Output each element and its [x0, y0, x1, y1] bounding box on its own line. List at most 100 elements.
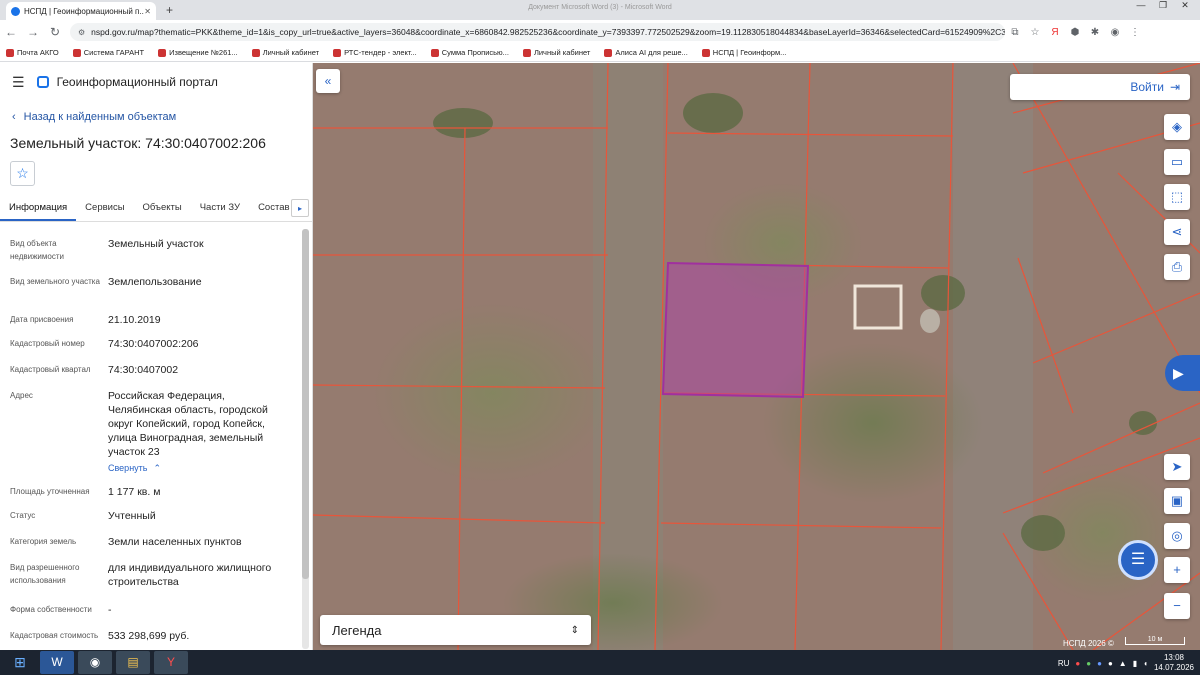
- attribute-label: Кадастровый номер: [10, 339, 85, 348]
- assistant-tab-icon[interactable]: ▶: [1165, 355, 1200, 391]
- attribute-value: 1 177 кв. м: [108, 486, 161, 498]
- object-title: Земельный участок: 74:30:0407002:206: [10, 135, 266, 151]
- attribute-value: Российская Федерация, Челябинская област…: [108, 390, 268, 458]
- chrome-icon[interactable]: ◉: [78, 651, 112, 674]
- back-link[interactable]: ‹ Назад к найденным объектам: [12, 111, 176, 123]
- panel-scrollbar-thumb[interactable]: [302, 229, 309, 579]
- collapse-panel-icon[interactable]: «: [316, 69, 340, 93]
- basemap-icon[interactable]: ▣: [1164, 488, 1190, 514]
- stone: [920, 309, 940, 333]
- attribute-value: 21.10.2019: [108, 314, 161, 326]
- tab-information[interactable]: Информация: [0, 196, 77, 221]
- attribute-value: Землепользование: [108, 276, 202, 288]
- bookmark-item[interactable]: НСПД | Геоинформ...: [701, 48, 786, 57]
- tabs-scroll-right-icon[interactable]: ▸: [291, 199, 309, 217]
- tab-services[interactable]: Сервисы: [76, 196, 133, 221]
- explorer-icon[interactable]: ▤: [116, 651, 150, 674]
- panel-header: ☰ Геоинформационный портал: [0, 63, 312, 101]
- ruler-icon[interactable]: ▭: [1164, 149, 1190, 175]
- zoom-in-icon[interactable]: +: [1164, 557, 1190, 583]
- extension-icon[interactable]: ⬢: [1065, 27, 1085, 38]
- close-window-icon[interactable]: ✕: [1176, 0, 1194, 14]
- login-arrow-icon: ⇥: [1169, 80, 1180, 94]
- word-icon[interactable]: W: [40, 651, 74, 674]
- select-area-icon[interactable]: ⬚: [1164, 184, 1190, 210]
- login-button[interactable]: Войти ⇥: [1010, 74, 1190, 100]
- navigate-icon[interactable]: ➤: [1164, 454, 1190, 480]
- new-tab-button[interactable]: +: [162, 3, 177, 18]
- browser-toolbar: ← → ↻ ⚙ nspd.gov.ru/map?thematic=PKK&the…: [0, 20, 1200, 44]
- reload-icon[interactable]: ↻: [44, 25, 66, 39]
- layers-icon[interactable]: ◈: [1164, 114, 1190, 140]
- system-tray: RU ● ● ● ● ▲ ▮ ◖ 13:08 14.07.2026: [1058, 653, 1194, 673]
- windows-taskbar: ⊞ W ◉ ▤ Y RU ● ● ● ● ▲ ▮ ◖ 13:08 14.07.2…: [0, 650, 1200, 675]
- attribute-label: Кадастровый квартал: [10, 365, 91, 374]
- clock[interactable]: 13:08 14.07.2026: [1154, 653, 1194, 673]
- tray-app-icon[interactable]: ●: [1108, 659, 1113, 668]
- attribute-label: Статус: [10, 511, 36, 520]
- back-arrow-icon[interactable]: ←: [0, 25, 22, 39]
- locate-icon[interactable]: ◎: [1164, 523, 1190, 549]
- tray-app-icon[interactable]: ●: [1097, 659, 1102, 668]
- yandex-browser-icon[interactable]: Y: [154, 651, 188, 674]
- restore-icon[interactable]: ❐: [1154, 0, 1172, 14]
- clock-time: 13:08: [1163, 653, 1184, 662]
- copy-link-icon[interactable]: ⧉: [1005, 27, 1025, 38]
- address-bar[interactable]: ⚙ nspd.gov.ru/map?thematic=PKK&theme_id=…: [70, 23, 1005, 41]
- attribute-value: Земельный участок: [108, 238, 204, 250]
- print-icon[interactable]: ⎙: [1164, 254, 1190, 280]
- map-view[interactable]: « Войти ⇥ ◈ ▭ ⬚ ⋖ ⎙ ▶ ➤ ▣ ◎ + − ☰ Легенд…: [313, 63, 1200, 650]
- site-info-icon[interactable]: ⚙: [78, 28, 85, 37]
- tab-objects[interactable]: Объекты: [134, 196, 191, 221]
- legend-dropdown[interactable]: Легенда ⇕: [320, 615, 591, 645]
- tray-app-icon[interactable]: ●: [1086, 659, 1091, 668]
- attribute-label: Вид земельного участка: [10, 277, 100, 286]
- object-tabs: Информация Сервисы Объекты Части ЗУ Сост…: [0, 196, 312, 222]
- show-hidden-icons-icon[interactable]: ▲: [1119, 659, 1127, 668]
- tray-yandex-icon[interactable]: ●: [1075, 659, 1080, 668]
- zoom-out-icon[interactable]: −: [1164, 593, 1190, 619]
- bookmark-item[interactable]: Система ГАРАНТ: [72, 48, 144, 57]
- bookmark-item[interactable]: Сумма Прописью...: [430, 48, 509, 57]
- bookmark-item[interactable]: Почта АКГО: [6, 48, 59, 57]
- map-attribution: НСПД 2026 ©: [1063, 639, 1114, 648]
- profile-icon[interactable]: ◉: [1105, 27, 1125, 38]
- site-favicon-icon: [11, 6, 20, 16]
- minimize-icon[interactable]: —: [1132, 0, 1150, 14]
- network-icon[interactable]: ▮: [1133, 659, 1137, 668]
- satellite-map: [313, 63, 1200, 650]
- chevron-left-icon: ‹: [12, 111, 16, 123]
- menu-icon[interactable]: ☰: [12, 74, 25, 91]
- browser-tab[interactable]: НСПД | Геоинформационный п... ✕: [6, 2, 156, 20]
- shrub: [683, 93, 743, 133]
- shrub: [1021, 515, 1065, 551]
- tab-parts[interactable]: Части ЗУ: [191, 196, 249, 221]
- language-indicator[interactable]: RU: [1058, 659, 1070, 668]
- attribute-value: Земли населенных пунктов: [108, 536, 242, 548]
- bookmark-item[interactable]: Алиса AI для реше...: [604, 48, 688, 57]
- bookmarks-bar: Почта АКГО Система ГАРАНТ Извещение №261…: [0, 44, 1200, 62]
- windows-start-icon[interactable]: ⊞: [0, 650, 40, 675]
- attribute-value: 533 298,699 руб.: [108, 630, 190, 642]
- collapse-link[interactable]: Свернуть ⌃: [108, 461, 288, 475]
- collapse-label: Свернуть: [108, 463, 148, 473]
- share-icon[interactable]: ⋖: [1164, 219, 1190, 245]
- chat-icon[interactable]: ☰: [1118, 540, 1158, 580]
- selected-parcel[interactable]: [661, 261, 810, 399]
- bookmark-item[interactable]: Личный кабинет: [522, 48, 590, 57]
- bookmark-item[interactable]: РТС-тендер - элект...: [333, 48, 417, 57]
- shrub: [433, 108, 493, 138]
- volume-icon[interactable]: ◖: [1143, 659, 1148, 668]
- bookmark-star-icon[interactable]: ☆: [1025, 27, 1045, 38]
- browser-menu-icon[interactable]: ⋮: [1125, 27, 1145, 38]
- tab-title: НСПД | Геоинформационный п...: [24, 6, 145, 16]
- attribute-value: -: [108, 604, 112, 616]
- forward-arrow-icon[interactable]: →: [22, 25, 44, 39]
- tab-close-icon[interactable]: ✕: [144, 7, 151, 16]
- bookmark-item[interactable]: Личный кабинет: [251, 48, 319, 57]
- extensions-puzzle-icon[interactable]: ✱: [1085, 27, 1105, 38]
- bookmark-favicon-icon: [522, 48, 531, 57]
- favorite-star-icon[interactable]: ☆: [10, 161, 35, 186]
- yandex-extension-icon[interactable]: Я: [1045, 27, 1065, 38]
- bookmark-item[interactable]: Извещение №261...: [158, 48, 238, 57]
